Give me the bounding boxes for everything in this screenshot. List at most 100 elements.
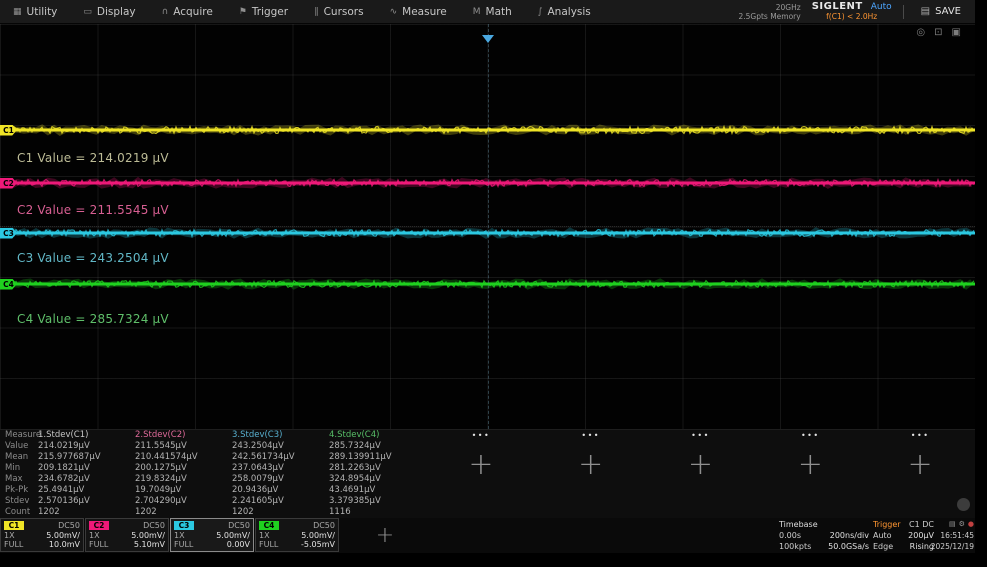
measure-value: 242.561734μV xyxy=(232,452,329,463)
menu-item-utility[interactable]: ▦ Utility xyxy=(0,0,70,23)
channel-bandwidth: FULL xyxy=(4,540,23,549)
menu-item-cursors[interactable]: ∥ Cursors xyxy=(301,0,377,23)
measure-value: 2.704290μV xyxy=(135,496,232,507)
grid-status-icon: ▤ xyxy=(949,519,956,530)
more-options-button[interactable]: ••• xyxy=(472,431,491,440)
menu-item-display[interactable]: ▭Display xyxy=(70,0,148,23)
add-trace-button[interactable]: + xyxy=(350,518,420,552)
measure-column-header: 3.Stdev(C3) xyxy=(232,430,329,441)
add-measurement-button[interactable]: + xyxy=(578,450,603,480)
channel-tag-c1: C1 xyxy=(4,521,24,530)
save-icon: ▤ xyxy=(921,6,930,17)
channel-value-label-c3: C3 Value = 243.2504 μV xyxy=(17,251,169,265)
trigger-title: Trigger xyxy=(873,519,901,530)
measure-value: 1202 xyxy=(38,507,135,518)
gear-icon[interactable]: ⚙ xyxy=(959,519,965,530)
menu-item-trigger[interactable]: ⚑Trigger xyxy=(226,0,301,23)
timebase-sample-rate: 50.0GSa/s xyxy=(828,541,869,552)
channel-coupling: DC50 xyxy=(228,521,250,530)
channel-bandwidth: FULL xyxy=(259,540,278,549)
waveform-area[interactable]: ◎ ⊡ ▣ C1C1 Value = 214.0219 μVC2C2 Value… xyxy=(0,24,975,429)
cursors-icon: ∥ xyxy=(314,7,319,17)
more-options-button[interactable]: ••• xyxy=(911,431,930,440)
menu-item-label: Measure xyxy=(402,6,447,18)
channel-probe: 1X xyxy=(259,531,270,540)
bandwidth-info: 20GHz 2.5Gpts Memory xyxy=(738,3,800,21)
channel-tag-c3: C3 xyxy=(174,521,194,530)
measure-value: 243.2504μV xyxy=(232,441,329,452)
display-area: ▦ Utility ▭Display∩Acquire⚑Trigger ∥ Cursors… xyxy=(0,0,975,553)
utility-icon: ▦ xyxy=(13,7,22,17)
trigger-type: Edge xyxy=(873,541,893,552)
measure-value: 281.2263μV xyxy=(329,463,426,474)
measure-value: 219.8324μV xyxy=(135,474,232,485)
measure-value: 289.139911μV xyxy=(329,452,426,463)
more-options-button[interactable]: ••• xyxy=(581,431,600,440)
zoom-icon[interactable]: ⊡ xyxy=(934,27,942,38)
record-icon[interactable]: ◎ xyxy=(916,27,925,38)
measure-column-3[interactable]: 3.Stdev(C3)243.2504μV242.561734μV237.064… xyxy=(232,430,329,518)
channel-box-c2[interactable]: C2DC501X5.00mV/FULL5.10mV xyxy=(85,518,169,552)
menu-item-label: Utility xyxy=(27,6,58,18)
measure-column-4[interactable]: 4.Stdev(C4)285.7324μV289.139911μV281.226… xyxy=(329,430,426,518)
menu-item-acquire[interactable]: ∩Acquire xyxy=(149,0,226,23)
table-scroll-button[interactable] xyxy=(957,498,970,511)
measure-row-label: Value xyxy=(5,441,38,452)
measure-value: 258.0079μV xyxy=(232,474,329,485)
trigger-position-marker[interactable] xyxy=(482,35,494,43)
menu-items: ▦ Utility ▭Display∩Acquire⚑Trigger ∥ Cursors… xyxy=(0,0,604,23)
menu-item-measure[interactable]: ∿ Measure xyxy=(377,0,460,23)
date-label: 2025/12/19 xyxy=(928,541,974,552)
more-options-button[interactable]: ••• xyxy=(691,431,710,440)
measure-column-1[interactable]: 1.Stdev(C1)214.0219μV215.977687μV209.182… xyxy=(38,430,135,518)
measure-row-label: Count xyxy=(5,507,38,518)
measure-value: 214.0219μV xyxy=(38,441,135,452)
trigger-frequency-label: f(C1) < 2.0Hz xyxy=(826,12,877,22)
add-measurement-button[interactable]: + xyxy=(688,450,713,480)
save-button[interactable]: ▤ SAVE xyxy=(915,6,967,17)
menu-item-analysis[interactable]: ∫Analysis xyxy=(525,0,604,23)
channel-box-c4[interactable]: C4DC501X5.00mV/FULL-5.05mV xyxy=(255,518,339,552)
add-measurement-button[interactable]: + xyxy=(798,450,823,480)
measure-column-header: 1.Stdev(C1) xyxy=(38,430,135,441)
measure-value: 285.7324μV xyxy=(329,441,426,452)
add-measurement-button[interactable]: + xyxy=(468,450,493,480)
menu-item-label: Acquire xyxy=(173,6,213,18)
channel-box-c1[interactable]: C1DC501X5.00mV/FULL10.0mV xyxy=(0,518,84,552)
measure-slot-empty: ••• + xyxy=(646,430,756,518)
timebase-panel[interactable]: Timebase 0.00s 200ns/div 100kpts 50.0GSa… xyxy=(779,519,869,552)
measure-icon: ∿ xyxy=(390,7,398,17)
measure-row-label: Pk-Pk xyxy=(5,485,38,496)
channel-offset: 5.10mV xyxy=(134,540,165,549)
measure-value: 234.6782μV xyxy=(38,474,135,485)
measure-slot-empty: ••• + xyxy=(426,430,536,518)
measure-column-2[interactable]: 2.Stdev(C2)211.5545μV210.441574μV200.127… xyxy=(135,430,232,518)
menu-item-label: Cursors xyxy=(324,6,364,18)
measure-value: 2.241605μV xyxy=(232,496,329,507)
add-measurement-button[interactable]: + xyxy=(908,450,933,480)
channel-coupling: DC50 xyxy=(313,521,335,530)
trigger-panel[interactable]: Trigger C1 DC Auto 200μV Edge Rising xyxy=(873,519,934,552)
channel-coupling: DC50 xyxy=(143,521,165,530)
channel-scale: 5.00mV/ xyxy=(46,531,80,540)
menu-item-math[interactable]: MMath xyxy=(460,0,525,23)
measure-value: 1116 xyxy=(329,507,426,518)
trigger-position-line xyxy=(488,24,489,429)
measure-value: 3.379385μV xyxy=(329,496,426,507)
channel-scale: 5.00mV/ xyxy=(216,531,250,540)
measure-row-label: Min xyxy=(5,463,38,474)
channel-box-c3[interactable]: C3DC501X5.00mV/FULL0.00V xyxy=(170,518,254,552)
brand-row: SIGLENT Auto xyxy=(812,2,892,12)
measure-value: 19.7049μV xyxy=(135,485,232,496)
measurement-table: MeasureValueMeanMinMaxPk-PkStdevCount 1.… xyxy=(0,429,975,518)
measure-row-label: Max xyxy=(5,474,38,485)
channel-scale: 5.00mV/ xyxy=(131,531,165,540)
more-options-button[interactable]: ••• xyxy=(801,431,820,440)
time-label: 16:51:45 xyxy=(928,530,974,541)
fullscreen-icon[interactable]: ▣ xyxy=(952,27,961,38)
measure-value: 2.570136μV xyxy=(38,496,135,507)
trigger-mode: Auto xyxy=(873,530,892,541)
timebase-points: 100kpts xyxy=(779,541,811,552)
menu-item-label: Math xyxy=(486,6,512,18)
status-bar: C1DC501X5.00mV/FULL10.0mVC2DC501X5.00mV/… xyxy=(0,518,975,553)
